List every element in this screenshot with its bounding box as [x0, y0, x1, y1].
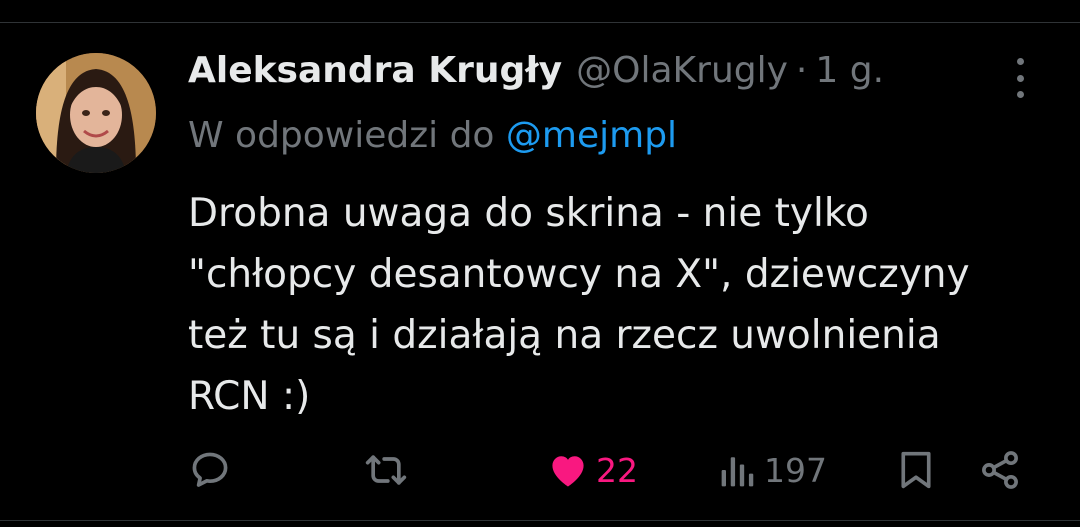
bookmark-button[interactable] [896, 440, 936, 500]
tweet-text-line: też tu są i działają na rzecz uwolnienia [188, 313, 941, 358]
reply-context: W odpowiedzi do @mejmpl [188, 115, 677, 156]
post-header: Aleksandra Krugły @OlaKrugly · 1 g. [188, 50, 884, 100]
more-dot [1016, 58, 1024, 65]
more-dot [1016, 74, 1024, 82]
repost-icon [362, 448, 410, 492]
bottom-divider [0, 520, 1080, 521]
share-button[interactable] [978, 440, 1022, 500]
tweet-text: Drobna uwaga do skrina - nie tylko "chło… [188, 183, 1048, 427]
top-divider [0, 22, 1080, 23]
views-count: 197 [764, 450, 827, 490]
action-bar: 22 197 [0, 440, 1080, 500]
views-button[interactable]: 197 [718, 440, 827, 500]
post-time[interactable]: 1 g. [815, 50, 884, 91]
reply-button[interactable] [188, 440, 232, 500]
tweet-text-line: RCN :) [188, 374, 311, 419]
like-count: 22 [596, 450, 638, 490]
tweet-text-line: "chłopcy desantowcy na X", dziewczyny [188, 252, 970, 297]
share-icon [978, 448, 1022, 492]
heart-icon [546, 448, 590, 492]
avatar[interactable] [36, 53, 156, 173]
like-button[interactable]: 22 [546, 440, 638, 500]
reply-prefix: W odpowiedzi do [188, 115, 495, 156]
reply-icon [188, 448, 232, 492]
repost-button[interactable] [362, 440, 410, 500]
more-icon[interactable] [1004, 58, 1036, 98]
bookmark-icon [896, 448, 936, 492]
views-icon [718, 448, 758, 492]
author-name[interactable]: Aleksandra Krugły [188, 50, 562, 91]
tweet-text-line: Drobna uwaga do skrina - nie tylko [188, 191, 869, 236]
time-separator: · [795, 50, 808, 91]
reply-mention-link[interactable]: @mejmpl [506, 115, 677, 156]
more-dot [1016, 91, 1024, 98]
author-handle[interactable]: @OlaKrugly [576, 50, 788, 91]
